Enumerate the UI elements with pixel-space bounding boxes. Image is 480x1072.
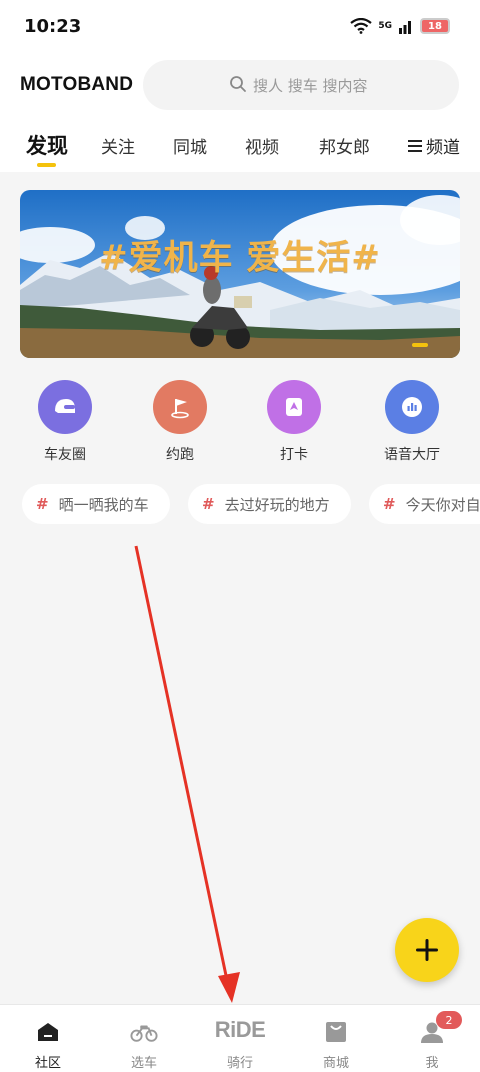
quick-action-moments[interactable]: 车友圈 <box>20 380 110 464</box>
quick-actions: 车友圈 约跑 打卡 语音大厅 <box>0 380 480 470</box>
quick-action-label: 车友圈 <box>44 447 86 463</box>
helmet-icon <box>38 380 92 434</box>
motorcycle-icon <box>130 1019 158 1045</box>
topic-tag[interactable]: # 今天你对自 <box>369 484 480 524</box>
quick-action-label: 语音大厅 <box>384 447 440 463</box>
banner-carousel[interactable]: #爱机车 爱生活# <box>20 190 460 358</box>
plus-icon <box>416 939 438 961</box>
create-post-button[interactable] <box>395 918 459 982</box>
status-time: 10:23 <box>24 16 82 37</box>
network-type: 5G <box>378 21 392 31</box>
checkin-icon <box>267 380 321 434</box>
wifi-icon <box>350 18 373 34</box>
nav-label: 选车 <box>130 1056 157 1071</box>
nav-shop[interactable]: 商城 <box>288 1005 384 1072</box>
nav-label: 我 <box>425 1056 439 1071</box>
quick-action-voice-hall[interactable]: 语音大厅 <box>367 380 457 464</box>
hashtag-icon: # <box>383 495 396 513</box>
nav-label: 商城 <box>322 1056 349 1071</box>
banner-title: #爱机车 爱生活# <box>99 238 381 278</box>
notification-badge: 2 <box>436 1011 462 1029</box>
shop-bag-icon <box>322 1019 350 1045</box>
channel-label: 频道 <box>426 138 460 158</box>
carousel-indicator <box>412 343 428 347</box>
nav-label: 社区 <box>34 1056 61 1071</box>
channel-button[interactable]: 频道 <box>408 133 460 158</box>
tab-bang-girl[interactable]: 邦女郎 <box>319 133 370 158</box>
tab-video[interactable]: 视频 <box>245 133 279 158</box>
search-bar[interactable]: 搜人 搜车 搜内容 <box>143 60 459 110</box>
quick-action-checkin[interactable]: 打卡 <box>249 380 339 464</box>
search-placeholder: 搜人 搜车 搜内容 <box>253 76 368 95</box>
signal-icon <box>399 21 411 34</box>
menu-icon <box>408 139 422 152</box>
status-icons: 5G 18 <box>350 18 450 34</box>
hashtag-icon: # <box>36 495 49 513</box>
tab-following[interactable]: 关注 <box>101 133 135 158</box>
quick-action-label: 约跑 <box>166 447 194 463</box>
voice-icon <box>385 380 439 434</box>
home-icon <box>34 1019 62 1045</box>
nav-ride[interactable]: RiDE 骑行 <box>192 1005 288 1072</box>
bottom-nav: 社区 选车 RiDE 骑行 商城 2 我 <box>0 1004 480 1072</box>
search-icon <box>230 76 246 92</box>
topic-label: 今天你对自 <box>405 495 480 514</box>
battery-level: 18 <box>428 20 442 32</box>
nav-label: 骑行 <box>226 1056 253 1071</box>
battery-icon: 18 <box>420 18 450 34</box>
app-header: MOTOBAND 搜人 搜车 搜内容 <box>0 56 480 116</box>
topic-tag[interactable]: # 晒一晒我的车 <box>22 484 170 524</box>
tab-local[interactable]: 同城 <box>173 133 207 158</box>
topic-tags: # 晒一晒我的车 # 去过好玩的地方 # 今天你对自 <box>0 484 480 526</box>
nav-community[interactable]: 社区 <box>0 1005 96 1072</box>
active-tab-indicator <box>37 163 56 167</box>
brand-logo: MOTOBAND <box>20 74 134 95</box>
topic-tag[interactable]: # 去过好玩的地方 <box>188 484 351 524</box>
hashtag-icon: # <box>202 495 215 513</box>
nav-me[interactable]: 2 我 <box>384 1005 480 1072</box>
nav-choose-bike[interactable]: 选车 <box>96 1005 192 1072</box>
topic-label: 晒一晒我的车 <box>58 495 149 514</box>
ride-logo: RiDE <box>214 1017 266 1042</box>
status-bar: 10:23 5G 18 <box>0 0 480 56</box>
tab-discover[interactable]: 发现 <box>26 130 68 160</box>
flag-icon <box>153 380 207 434</box>
topic-label: 去过好玩的地方 <box>224 495 330 514</box>
category-tabs: 发现 关注 同城 视频 邦女郎 频道 <box>0 116 480 172</box>
quick-action-label: 打卡 <box>280 447 308 463</box>
quick-action-group-ride[interactable]: 约跑 <box>135 380 225 464</box>
